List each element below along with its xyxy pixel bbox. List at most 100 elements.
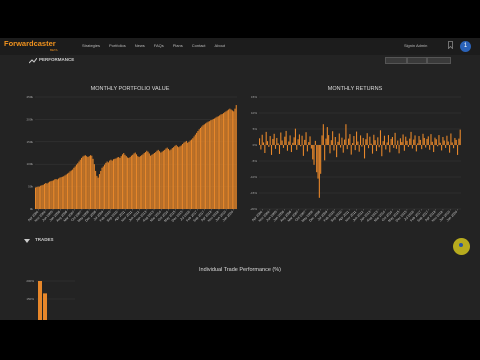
- portfolio-bar: [118, 157, 120, 209]
- portfolio-bar: [65, 174, 67, 209]
- portfolio-bar: [112, 159, 115, 209]
- portfolio-bar: [203, 124, 205, 209]
- portfolio-bar: [83, 155, 85, 209]
- returns-bar: [269, 136, 271, 145]
- returns-bar: [455, 139, 457, 145]
- returns-bar: [365, 139, 367, 145]
- portfolio-bar: [185, 140, 187, 209]
- returns-bar: [296, 145, 298, 150]
- portfolio-bar: [173, 147, 175, 209]
- portfolio-bar: [205, 123, 207, 209]
- portfolio-ytick-label: 100k: [26, 162, 33, 166]
- portfolio-bar: [148, 153, 150, 209]
- trades-ytick-label: 200%: [26, 279, 34, 283]
- user-menu[interactable]: Signin Admin: [404, 43, 427, 48]
- portfolio-bar: [197, 131, 199, 209]
- returns-bar: [278, 145, 281, 154]
- portfolio-bar: [150, 155, 152, 209]
- returns-bar: [332, 131, 334, 145]
- nav-item-plans[interactable]: Plans: [173, 43, 183, 49]
- returns-bar: [441, 145, 443, 151]
- range-button-1[interactable]: [385, 57, 407, 64]
- returns-bar: [301, 135, 303, 145]
- portfolio-ytick-label: 0k: [30, 207, 34, 211]
- portfolio-bar: [157, 149, 159, 209]
- collapse-trades-icon[interactable]: [24, 239, 30, 243]
- returns-bar: [302, 145, 304, 156]
- portfolio-bar: [91, 155, 93, 209]
- returns-bar: [431, 141, 433, 145]
- portfolio-bar: [160, 152, 162, 209]
- portfolio-bar: [155, 152, 157, 209]
- portfolio-bar: [174, 145, 176, 209]
- portfolio-bar: [64, 175, 66, 209]
- nav-item-about[interactable]: About: [215, 43, 225, 49]
- returns-bar: [454, 137, 456, 145]
- returns-bar: [422, 133, 424, 145]
- portfolio-bar: [46, 183, 48, 209]
- returns-bar: [322, 124, 324, 145]
- returns-bar: [312, 145, 314, 160]
- portfolio-bar: [37, 186, 39, 209]
- returns-bar: [407, 145, 409, 147]
- returns-bar: [378, 145, 380, 148]
- portfolio-bar: [129, 157, 131, 209]
- returns-bar: [411, 145, 413, 149]
- portfolio-bar: [52, 180, 54, 209]
- portfolio-ytick-label: 50k: [28, 185, 33, 189]
- portfolio-bar: [187, 142, 189, 209]
- cursor-dot: [459, 243, 463, 247]
- returns-bar: [398, 145, 400, 154]
- logo[interactable]: Forwardcaster: [4, 40, 56, 48]
- portfolio-bar: [162, 150, 164, 209]
- portfolio-bar: [161, 151, 163, 209]
- returns-ytick-label: -5%: [252, 159, 258, 163]
- section-performance-title: PERFORMANCE: [39, 57, 75, 62]
- returns-bar: [318, 145, 320, 198]
- nav-item-news[interactable]: News: [135, 43, 145, 49]
- returns-bar: [353, 136, 355, 145]
- portfolio-bar: [211, 119, 213, 209]
- portfolio-bar: [101, 167, 103, 209]
- portfolio-bar: [130, 155, 132, 209]
- range-button-3[interactable]: [427, 57, 451, 64]
- performance-chart-icon: [29, 58, 37, 64]
- returns-bar: [285, 130, 287, 145]
- range-button-2[interactable]: [407, 57, 427, 64]
- portfolio-bar: [182, 144, 184, 209]
- avatar[interactable]: 1: [460, 41, 471, 52]
- bookmark-icon[interactable]: [448, 41, 453, 49]
- returns-bar: [406, 140, 408, 145]
- portfolio-bar: [128, 157, 130, 209]
- returns-bar: [292, 142, 294, 145]
- nav-item-portfolios[interactable]: Portfolios: [109, 43, 126, 49]
- portfolio-bar: [147, 151, 149, 209]
- portfolio-bar: [208, 121, 210, 209]
- returns-bar: [402, 134, 404, 145]
- returns-bar: [418, 136, 420, 145]
- returns-bar: [338, 133, 340, 145]
- returns-bar: [298, 134, 300, 145]
- portfolio-bar: [234, 108, 236, 209]
- portfolio-bar: [120, 156, 122, 209]
- returns-bar: [373, 134, 375, 145]
- portfolio-bar: [183, 142, 185, 209]
- nav-item-faqs[interactable]: FAQs: [154, 43, 164, 49]
- returns-bar: [393, 145, 395, 148]
- returns-bar: [321, 135, 323, 145]
- chart-title-trade-performance: Individual Trade Performance (%): [199, 267, 281, 273]
- returns-bar: [445, 145, 447, 148]
- returns-bar: [391, 137, 393, 145]
- returns-bar: [363, 145, 366, 159]
- nav-item-strategies[interactable]: Strategies: [82, 43, 100, 49]
- portfolio-bar: [92, 158, 94, 209]
- portfolio-bar: [136, 154, 138, 209]
- returns-bar: [328, 135, 330, 145]
- portfolio-bar: [86, 156, 88, 209]
- chart-title-returns: MONTHLY RETURNS: [327, 86, 383, 92]
- portfolio-bar: [119, 157, 121, 209]
- nav-item-contact[interactable]: Contact: [192, 43, 206, 49]
- portfolio-bar: [144, 152, 146, 209]
- returns-bar: [421, 145, 423, 150]
- returns-bar: [329, 145, 331, 154]
